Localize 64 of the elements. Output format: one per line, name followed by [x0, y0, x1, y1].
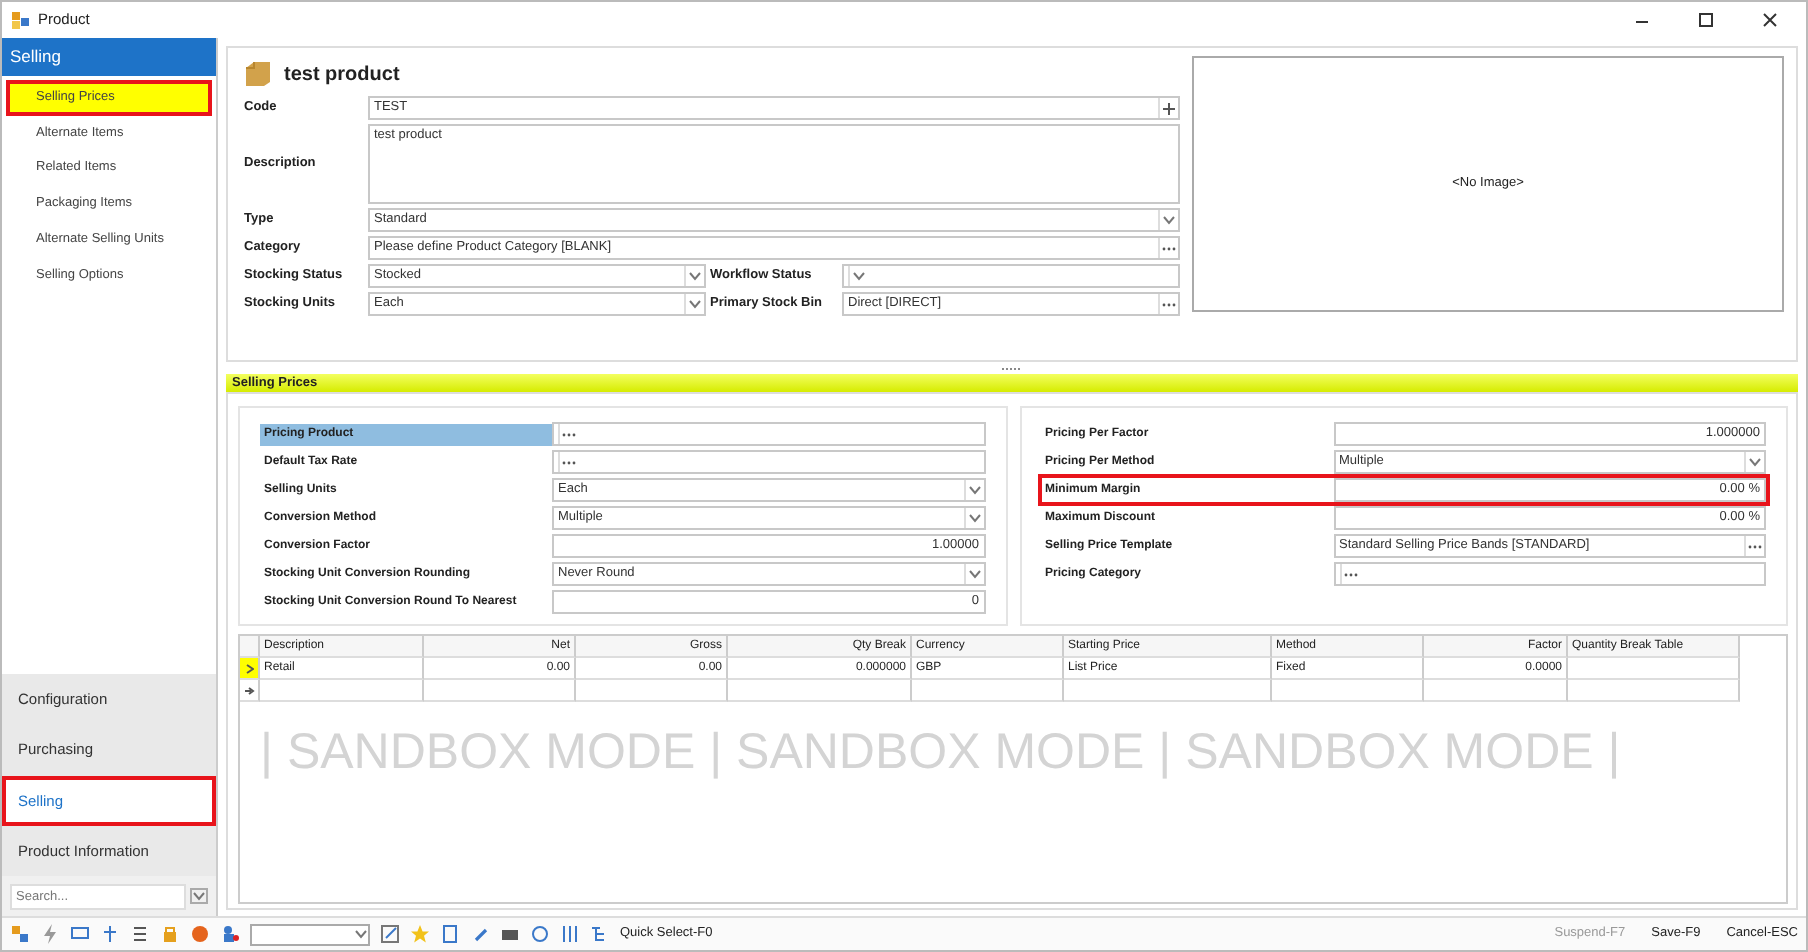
table-cell[interactable] — [1568, 680, 1740, 702]
lookup-field[interactable] — [1333, 562, 1766, 586]
chevron-down-icon — [688, 270, 702, 282]
chevron-down-icon — [1748, 456, 1762, 468]
table-cell[interactable] — [912, 680, 1064, 702]
ellipsis-icon — [1343, 571, 1357, 577]
lookup-button[interactable] — [1158, 238, 1178, 258]
lookup-button[interactable] — [558, 452, 578, 472]
edit-icon[interactable] — [380, 924, 400, 944]
ellipsis-icon — [1162, 245, 1176, 251]
lookup-button[interactable] — [1339, 564, 1359, 584]
lookup-field[interactable] — [552, 450, 985, 474]
chevron-down-icon — [354, 928, 368, 940]
close-icon[interactable] — [1760, 12, 1780, 28]
table-cell[interactable] — [1272, 680, 1424, 702]
chevron-down-icon — [1162, 214, 1176, 226]
new-row-icon — [243, 685, 255, 695]
dropdown-button[interactable] — [1158, 210, 1178, 230]
star-icon[interactable] — [410, 924, 430, 944]
table-cell[interactable] — [728, 680, 912, 702]
caret-right-icon — [245, 663, 253, 673]
ellipsis-icon — [1748, 543, 1762, 549]
lightning-icon[interactable] — [40, 924, 60, 944]
chevron-down-icon — [688, 298, 702, 310]
dropdown-button[interactable] — [963, 480, 983, 500]
add-button[interactable] — [1158, 98, 1178, 118]
lookup-button[interactable] — [1158, 294, 1178, 314]
sidebar-header: Selling — [2, 38, 216, 76]
chevron-down-icon — [967, 484, 981, 496]
app-icon — [10, 10, 30, 30]
dropdown-button[interactable] — [1744, 452, 1764, 472]
table-cell[interactable] — [260, 680, 424, 702]
splitter-handle-icon[interactable] — [1000, 365, 1024, 371]
lookup-button[interactable] — [1744, 536, 1764, 556]
lookup-button[interactable] — [558, 424, 578, 444]
find-combo[interactable] — [250, 923, 370, 945]
ellipsis-icon — [562, 431, 576, 437]
dropdown-button[interactable] — [963, 564, 983, 584]
ellipsis-icon — [562, 459, 576, 465]
columns-icon[interactable] — [560, 924, 580, 944]
chevron-down-icon — [967, 568, 981, 580]
table-cell[interactable] — [1424, 680, 1568, 702]
dropdown-button[interactable] — [963, 508, 983, 528]
chevron-down-icon — [192, 890, 206, 902]
dropdown-button[interactable] — [684, 294, 704, 314]
search-dropdown-button[interactable] — [190, 888, 208, 904]
plus-icon — [1162, 101, 1176, 115]
document-icon[interactable] — [440, 924, 460, 944]
people-icon[interactable] — [220, 924, 240, 944]
chevron-down-icon — [967, 512, 981, 524]
ellipsis-icon — [1162, 301, 1176, 307]
dropdown-button[interactable] — [848, 266, 868, 286]
lookup-field[interactable] — [552, 422, 985, 446]
list-icon[interactable] — [130, 924, 150, 944]
chevron-down-icon — [852, 270, 866, 282]
box-icon — [244, 60, 272, 88]
product-title: test product — [284, 61, 400, 89]
maximize-icon[interactable] — [1696, 12, 1716, 28]
table-cell[interactable] — [1064, 680, 1272, 702]
tree-icon[interactable] — [590, 924, 610, 944]
dropdown-field[interactable] — [842, 264, 1180, 288]
table-cell[interactable] — [576, 680, 728, 702]
table-cell[interactable] — [424, 680, 576, 702]
dropdown-button[interactable] — [684, 266, 704, 286]
